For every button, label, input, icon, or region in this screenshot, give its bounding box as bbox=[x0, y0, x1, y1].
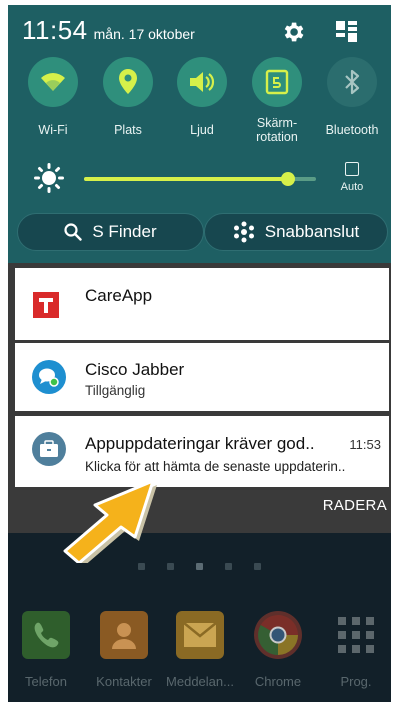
notification-title: CareApp bbox=[85, 286, 153, 305]
notification-title: Appuppdateringar kräver god.. bbox=[85, 434, 315, 453]
careapp-icon bbox=[33, 292, 59, 318]
clock: 11:54 bbox=[22, 15, 88, 45]
toggle-location[interactable]: Plats bbox=[97, 57, 159, 137]
dock-label-contacts: Kontakter bbox=[96, 674, 152, 689]
brightness-thumb[interactable] bbox=[281, 172, 296, 186]
notification-title: Cisco Jabber bbox=[85, 360, 185, 379]
briefcase-icon bbox=[32, 432, 66, 466]
edit-toggles-icon[interactable] bbox=[335, 19, 359, 43]
quick-connect-button[interactable]: Snabbanslut bbox=[204, 213, 388, 251]
notification-time: 11:53 bbox=[349, 437, 381, 452]
notification-cisco-jabber[interactable]: Cisco Jabber Tillgänglig bbox=[15, 343, 389, 411]
status-row: 11:54 mån. 17 oktober bbox=[22, 15, 195, 51]
phone-screen: 11:54 mån. 17 oktober Wi-Fi Plats Ljud S… bbox=[8, 5, 391, 702]
highlight-arrow-icon bbox=[63, 479, 157, 563]
speaker-icon bbox=[177, 57, 227, 107]
sfinder-button[interactable]: S Finder bbox=[17, 213, 204, 251]
messages-icon[interactable] bbox=[176, 611, 224, 659]
wifi-icon bbox=[28, 57, 78, 107]
auto-brightness-label: Auto bbox=[340, 181, 364, 193]
brightness-row: Auto bbox=[8, 155, 391, 203]
quick-connect-icon bbox=[233, 221, 254, 243]
brightness-fill bbox=[84, 177, 289, 181]
brightness-sun-icon bbox=[34, 163, 64, 193]
phone-icon[interactable] bbox=[22, 611, 70, 659]
location-pin-icon bbox=[103, 57, 153, 107]
toggle-sound-label: Ljud bbox=[190, 123, 214, 137]
cisco-jabber-icon bbox=[32, 360, 66, 394]
clear-all-button[interactable]: RADERA bbox=[323, 497, 387, 514]
gear-icon[interactable] bbox=[280, 19, 306, 45]
auto-brightness-checkbox[interactable] bbox=[345, 162, 359, 176]
toggle-wifi-label: Wi-Fi bbox=[38, 123, 68, 137]
date: mån. 17 oktober bbox=[93, 26, 195, 42]
quick-connect-label: Snabbanslut bbox=[264, 222, 360, 241]
dock-label-phone: Telefon bbox=[25, 674, 67, 689]
toggle-sound[interactable]: Ljud bbox=[171, 57, 233, 137]
toggle-wifi[interactable]: Wi-Fi bbox=[22, 57, 84, 137]
contacts-icon[interactable] bbox=[100, 611, 148, 659]
notification-subtitle: Klicka för att hämta de senaste uppdater… bbox=[85, 459, 346, 474]
search-icon bbox=[64, 223, 83, 241]
dock-label-chrome: Chrome bbox=[254, 674, 302, 689]
sfinder-label: S Finder bbox=[92, 222, 157, 241]
bluetooth-icon bbox=[327, 57, 377, 107]
screen-rotation-icon bbox=[252, 57, 302, 107]
toggle-location-label: Plats bbox=[114, 123, 142, 137]
toggle-bluetooth[interactable]: Bluetooth bbox=[317, 57, 387, 137]
notification-careapp[interactable]: CareApp bbox=[15, 268, 389, 340]
dock-label-apps: Prog. bbox=[340, 674, 372, 689]
toggle-rotation[interactable]: Skärm- rotation bbox=[246, 57, 308, 144]
notification-subtitle: Tillgänglig bbox=[85, 383, 146, 398]
toggle-bluetooth-label: Bluetooth bbox=[325, 123, 379, 137]
dock-label-messages: Meddelan... bbox=[166, 674, 234, 689]
apps-grid-icon[interactable] bbox=[332, 611, 380, 659]
quick-panel: 11:54 mån. 17 oktober Wi-Fi Plats Ljud S… bbox=[8, 5, 391, 263]
page-indicator bbox=[8, 563, 391, 570]
toggle-rotation-label: Skärm- rotation bbox=[256, 116, 298, 144]
chrome-icon[interactable] bbox=[254, 611, 302, 659]
